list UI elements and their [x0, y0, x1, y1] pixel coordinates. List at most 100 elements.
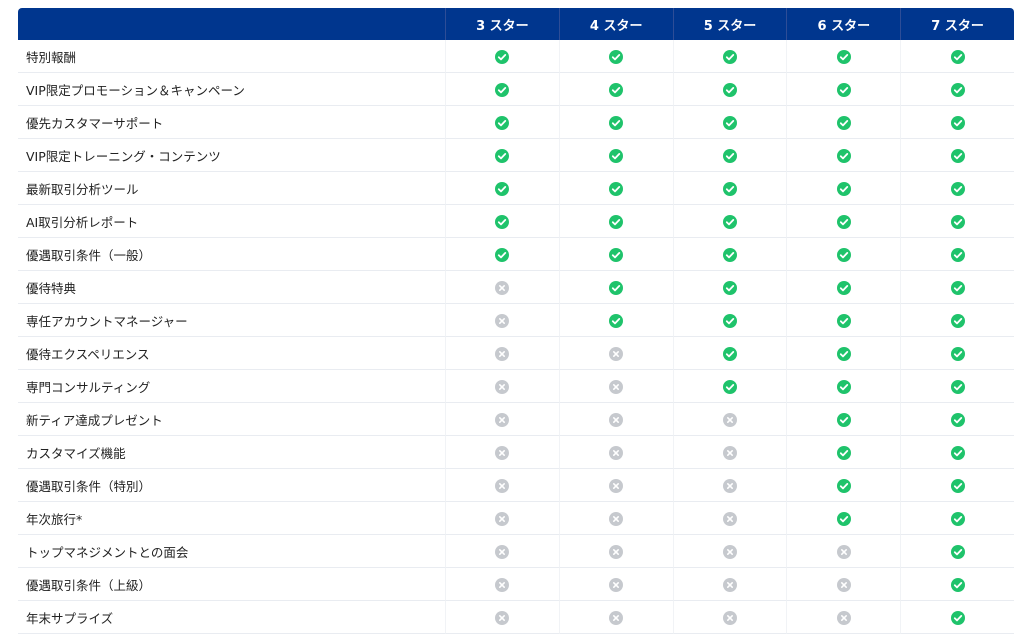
tier-availability-cell — [445, 535, 559, 568]
tier-availability-cell — [786, 337, 901, 370]
tier-availability-cell — [558, 568, 673, 601]
check-circle-icon — [722, 116, 737, 130]
tier-availability-cell — [558, 106, 673, 139]
tier-availability-cell — [445, 205, 559, 238]
x-circle-icon — [495, 347, 510, 361]
check-circle-icon — [836, 446, 851, 460]
tier-availability-cell — [672, 271, 787, 304]
tier-availability-cell — [672, 40, 787, 73]
tier-header-6-star: 6 スター — [786, 8, 901, 40]
tier-availability-cell — [900, 304, 1014, 337]
check-circle-icon — [609, 116, 624, 130]
check-circle-icon — [950, 182, 965, 196]
tier-availability-cell — [445, 238, 559, 271]
check-circle-icon — [722, 50, 737, 64]
table-row: 優待特典 — [18, 271, 1014, 304]
tier-availability-cell — [786, 205, 901, 238]
tier-availability-cell — [672, 172, 787, 205]
tier-availability-cell — [786, 601, 901, 634]
check-circle-icon — [722, 83, 737, 97]
check-circle-icon — [950, 611, 965, 625]
tier-availability-cell — [900, 40, 1014, 73]
tier-availability-cell — [445, 271, 559, 304]
x-circle-icon — [836, 578, 851, 592]
tier-availability-cell — [786, 271, 901, 304]
table-row: 年次旅行* — [18, 502, 1014, 535]
feature-label: 優待特典 — [18, 271, 445, 304]
tier-availability-cell — [558, 403, 673, 436]
check-circle-icon — [950, 116, 965, 130]
tier-availability-cell — [558, 271, 673, 304]
x-circle-icon — [495, 545, 510, 559]
tier-availability-cell — [672, 601, 787, 634]
x-circle-icon — [495, 446, 510, 460]
feature-label: 優先カスタマーサポート — [18, 106, 445, 139]
tier-availability-cell — [786, 535, 901, 568]
x-circle-icon — [722, 578, 737, 592]
tier-availability-cell — [900, 502, 1014, 535]
tier-availability-cell — [445, 172, 559, 205]
x-circle-icon — [722, 611, 737, 625]
tier-availability-cell — [786, 568, 901, 601]
table-row: 優遇取引条件（特別） — [18, 469, 1014, 502]
check-circle-icon — [495, 149, 510, 163]
table-row: 優待エクスペリエンス — [18, 337, 1014, 370]
tier-availability-cell — [558, 469, 673, 502]
check-circle-icon — [722, 347, 737, 361]
table-row: VIP限定トレーニング・コンテンツ — [18, 139, 1014, 172]
tier-availability-cell — [900, 271, 1014, 304]
table-row: 特別報酬 — [18, 40, 1014, 73]
tier-availability-cell — [558, 40, 673, 73]
x-circle-icon — [722, 413, 737, 427]
tier-availability-cell — [672, 139, 787, 172]
x-circle-icon — [609, 446, 624, 460]
x-circle-icon — [609, 578, 624, 592]
tier-availability-cell — [672, 502, 787, 535]
tier-availability-cell — [445, 568, 559, 601]
check-circle-icon — [722, 281, 737, 295]
check-circle-icon — [722, 380, 737, 394]
tier-availability-cell — [558, 172, 673, 205]
check-circle-icon — [495, 83, 510, 97]
tier-availability-cell — [445, 502, 559, 535]
tier-benefits-table-container: 3 スター 4 スター 5 スター 6 スター 7 スター 特別報酬 VIP限定プ… — [18, 8, 1014, 634]
tier-availability-cell — [900, 172, 1014, 205]
feature-label: 専任アカウントマネージャー — [18, 304, 445, 337]
tier-availability-cell — [445, 469, 559, 502]
tier-availability-cell — [786, 502, 901, 535]
tier-availability-cell — [900, 73, 1014, 106]
tier-availability-cell — [558, 139, 673, 172]
tier-availability-cell — [786, 139, 901, 172]
tier-availability-cell — [900, 205, 1014, 238]
feature-label: 専門コンサルティング — [18, 370, 445, 403]
tier-availability-cell — [786, 106, 901, 139]
tier-availability-cell — [672, 238, 787, 271]
check-circle-icon — [950, 50, 965, 64]
tier-availability-cell — [900, 469, 1014, 502]
x-circle-icon — [495, 578, 510, 592]
x-circle-icon — [495, 512, 510, 526]
check-circle-icon — [836, 182, 851, 196]
check-circle-icon — [836, 347, 851, 361]
check-circle-icon — [836, 314, 851, 328]
x-circle-icon — [609, 380, 624, 394]
tier-availability-cell — [900, 436, 1014, 469]
tier-availability-cell — [672, 436, 787, 469]
check-circle-icon — [722, 248, 737, 262]
check-circle-icon — [609, 248, 624, 262]
check-circle-icon — [836, 149, 851, 163]
check-circle-icon — [950, 149, 965, 163]
check-circle-icon — [836, 281, 851, 295]
tier-availability-cell — [445, 601, 559, 634]
x-circle-icon — [495, 380, 510, 394]
tier-availability-cell — [445, 304, 559, 337]
feature-label: トップマネジメントとの面会 — [18, 535, 445, 568]
tier-availability-cell — [672, 370, 787, 403]
tier-availability-cell — [445, 40, 559, 73]
tier-availability-cell — [672, 469, 787, 502]
tier-availability-cell — [786, 304, 901, 337]
check-circle-icon — [722, 182, 737, 196]
table-row: 優遇取引条件（上級） — [18, 568, 1014, 601]
tier-availability-cell — [445, 106, 559, 139]
check-circle-icon — [950, 479, 965, 493]
